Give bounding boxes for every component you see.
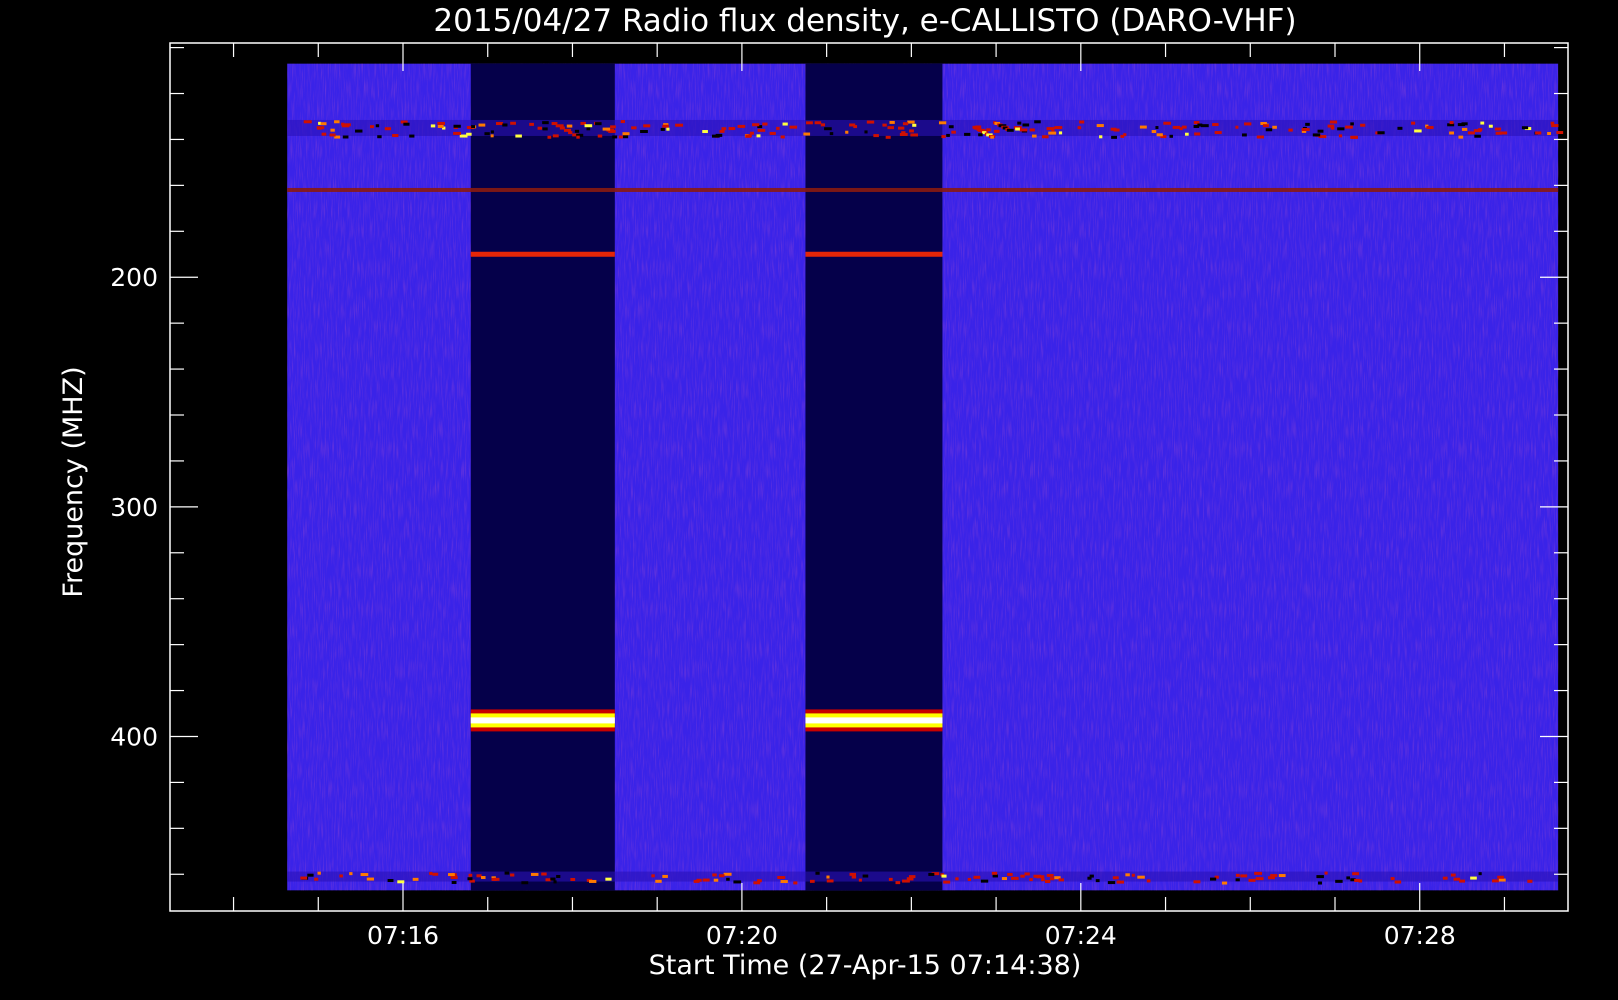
y-tick-label: 200 xyxy=(110,263,158,292)
calibration-region xyxy=(470,63,615,891)
x-tick-label: 07:24 xyxy=(1045,921,1117,950)
interference-line xyxy=(805,251,943,257)
y-tick-label: 300 xyxy=(110,493,158,522)
spectrogram-chart: 2015/04/27 Radio flux density, e-CALLIST… xyxy=(58,3,1569,981)
y-axis-label: Frequency (MHZ) xyxy=(58,366,89,597)
y-tick-label: 400 xyxy=(110,722,158,751)
interference-band xyxy=(805,709,943,732)
x-tick-label: 07:16 xyxy=(367,921,439,950)
plot-area: 200 300 400 07:16 07:20 07:24 07:28 xyxy=(110,42,1569,950)
chart-title: 2015/04/27 Radio flux density, e-CALLIST… xyxy=(433,3,1296,39)
x-axis-label: Start Time (27-Apr-15 07:14:38) xyxy=(649,950,1082,981)
interference-line xyxy=(287,187,1559,192)
x-tick-label: 07:28 xyxy=(1384,921,1456,950)
interference-band xyxy=(470,709,615,732)
x-tick-label: 07:20 xyxy=(706,921,778,950)
interference-line xyxy=(470,251,615,257)
calibration-region xyxy=(805,63,943,891)
